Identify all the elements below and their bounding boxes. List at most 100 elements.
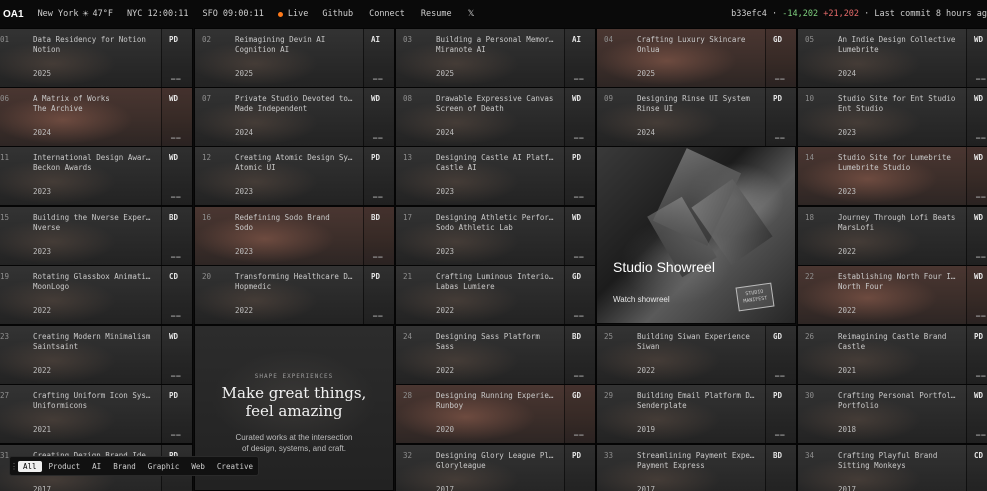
project-number: 30 — [805, 391, 815, 400]
x-icon[interactable]: 𝕏 — [468, 9, 475, 19]
project-card[interactable]: 21 Crafting Luminous Interiors Labas Lumie… — [395, 265, 596, 325]
project-title: Designing Rinse UI System — [637, 94, 750, 103]
filter-graphic[interactable]: Graphic — [143, 461, 185, 472]
filter-web[interactable]: Web — [186, 461, 210, 472]
commit-hash[interactable]: b33efc4 — [731, 9, 767, 19]
project-card[interactable]: 32 Designing Glory League Pla... Gloryleag… — [395, 444, 596, 491]
project-card[interactable]: 17 Designing Athletic Perform... Sodo Athl… — [395, 206, 596, 266]
project-tag-column: PD ▁▁ — [161, 385, 192, 443]
progress-ticks-icon: ▁▁ — [976, 250, 987, 258]
project-card[interactable]: 25 Building Siwan Experience Siwan 2022 GD ▁▁ — [596, 325, 797, 385]
project-number: 14 — [805, 153, 815, 162]
project-client: MarsLofi — [838, 223, 875, 232]
project-card[interactable]: 09 Designing Rinse UI System Rinse UI 2024 P… — [596, 87, 797, 147]
project-card[interactable]: 03 Building a Personal Memory... Miranote … — [395, 28, 596, 88]
project-tag-column: WD ▁▁ — [564, 207, 595, 265]
filter-product[interactable]: Product — [44, 461, 86, 472]
site-logo[interactable]: OA1 — [3, 9, 24, 20]
project-year: 2023 — [235, 187, 254, 196]
project-card[interactable]: 13 Designing Castle AI Platfo... Castle AI… — [395, 146, 596, 206]
project-card[interactable]: 22 Establishing North Four Id... North Fou… — [797, 265, 987, 325]
drag-handle-icon[interactable]: ⋮ — [10, 462, 18, 471]
project-card[interactable]: 27 Crafting Uniform Icon Syst... Uniformic… — [0, 384, 193, 444]
additions-count: -14,202 — [782, 9, 819, 19]
project-number: 10 — [805, 94, 815, 103]
project-title: Crafting Luxury Skincare — [637, 35, 746, 44]
live-indicator[interactable]: Live — [277, 9, 309, 19]
progress-ticks-icon: ▁▁ — [976, 309, 987, 317]
project-card[interactable]: 05 An Indie Design Collective Lumebrite 202… — [797, 28, 987, 88]
project-tag-column: WD ▁▁ — [966, 29, 987, 87]
project-card[interactable]: 26 Reimagining Castle Brand Castle 2021 PD ▁▁ — [797, 325, 987, 385]
project-title: Designing Running Experien... — [436, 391, 554, 400]
project-title: Building Email Platform De... — [637, 391, 755, 400]
project-card[interactable]: 29 Building Email Platform De... Senderpla… — [596, 384, 797, 444]
hero-subtitle-line1: Curated works at the intersection — [235, 433, 353, 442]
watch-showreel-link[interactable]: Watch showreel — [613, 295, 670, 304]
project-client: Labas Lumiere — [436, 282, 495, 291]
project-tag-column: PD ▁▁ — [765, 88, 796, 146]
project-card[interactable]: 12 Creating Atomic Design Sys... Atomic UI… — [194, 146, 395, 206]
project-tag: PD — [572, 153, 582, 162]
project-tag-column: GD ▁▁ — [765, 29, 796, 87]
project-year: 2025 — [33, 69, 52, 78]
commit-info: b33efc4 · -14,202 +21,202 · Last commit … — [731, 9, 987, 19]
project-card[interactable]: 20 Transforming Healthcare De... Hopmedic 2… — [194, 265, 395, 325]
project-year: 2024 — [235, 128, 254, 137]
progress-ticks-icon: ▁▁ — [373, 190, 384, 198]
project-card[interactable]: 34 Crafting Playful Brand Sitting Monkeys 2… — [797, 444, 987, 491]
project-number: 20 — [202, 272, 212, 281]
project-card[interactable]: 11 International Design Awards Beckon Awar… — [0, 146, 193, 206]
showreel-card[interactable]: Studio Showreel Watch showreel STUDIO MANI… — [596, 146, 796, 324]
filter-creative[interactable]: Creative — [212, 461, 258, 472]
project-card[interactable]: 04 Crafting Luxury Skincare Onlua 2025 GD ▁▁ — [596, 28, 797, 88]
project-tag: PD — [773, 94, 783, 103]
project-card[interactable]: 30 Crafting Personal Portfolio Portfolio 20… — [797, 384, 987, 444]
project-number: 04 — [604, 35, 614, 44]
project-number: 24 — [403, 332, 413, 341]
project-card[interactable]: 10 Studio Site for Ent Studio Ent Studio 20… — [797, 87, 987, 147]
project-title: Building the Nverse Experi... — [33, 213, 151, 222]
filter-all[interactable]: All — [18, 460, 42, 472]
weather-widget: New York ☀ 47°F — [38, 9, 113, 20]
project-card[interactable]: 24 Designing Sass Platform Sass 2022 BD ▁▁ — [395, 325, 596, 385]
project-tag-column: WD ▁▁ — [161, 326, 192, 384]
nav-link-resume[interactable]: Resume — [421, 9, 452, 19]
project-card[interactable]: 33 Streamlining Payment Exper... Payment E… — [596, 444, 797, 491]
project-title: Designing Glory League Pla... — [436, 451, 554, 460]
project-card[interactable]: 07 Private Studio Devoted to ... Made Inde… — [194, 87, 395, 147]
project-year: 2019 — [637, 425, 656, 434]
nav-link-github[interactable]: Github — [322, 9, 353, 19]
project-card[interactable]: 23 Creating Modern Minimalism Saintsaint 20… — [0, 325, 193, 385]
live-label: Live — [287, 9, 309, 19]
filter-brand[interactable]: Brand — [108, 461, 141, 472]
hero-subtitle-line2: of design, systems, and craft. — [241, 444, 347, 453]
nav-link-connect[interactable]: Connect — [369, 9, 405, 19]
project-card[interactable]: 15 Building the Nverse Experi... Nverse 202… — [0, 206, 193, 266]
project-card[interactable]: 08 Drawable Expressive Canvas Screen of De… — [395, 87, 596, 147]
project-year: 2023 — [436, 247, 455, 256]
project-card[interactable]: 18 Journey Through Lofi Beats MarsLofi 2022… — [797, 206, 987, 266]
project-client: Sodo Athletic Lab — [436, 223, 513, 232]
project-client: Beckon Awards — [33, 163, 92, 172]
project-card[interactable]: 14 Studio Site for Lumebrite Lumebrite Stu… — [797, 146, 987, 206]
project-client: Portfolio — [838, 401, 879, 410]
project-card[interactable]: 16 Redefining Sodo Brand Sodo 2023 BD ▁▁ — [194, 206, 395, 266]
project-tag: GD — [773, 332, 783, 341]
hero-subtitle: Curated works at the intersection of desi… — [195, 432, 393, 454]
project-card[interactable]: 06 A Matrix of Works The Archive 2024 WD ▁▁ — [0, 87, 193, 147]
project-card[interactable]: 01 Data Residency for Notion Notion 2025 PD ▁… — [0, 28, 193, 88]
project-title: Rotating Glassbox Animation — [33, 272, 151, 281]
deletions-count: +21,202 — [823, 9, 860, 19]
progress-ticks-icon: ▁▁ — [171, 190, 182, 198]
project-card[interactable]: 19 Rotating Glassbox Animation MoonLogo 202… — [0, 265, 193, 325]
project-card[interactable]: 28 Designing Running Experien... Runboy 202… — [395, 384, 596, 444]
showreel-title: Studio Showreel — [613, 259, 715, 275]
project-client: MoonLogo — [33, 282, 70, 291]
project-tag-column: WD ▁▁ — [363, 88, 394, 146]
project-card[interactable]: 02 Reimagining Devin AI Cognition AI 2025 AI… — [194, 28, 395, 88]
project-client: Hopmedic — [235, 282, 272, 291]
project-tag: PD — [169, 35, 179, 44]
project-tag: WD — [169, 94, 179, 103]
filter-ai[interactable]: AI — [87, 461, 106, 472]
